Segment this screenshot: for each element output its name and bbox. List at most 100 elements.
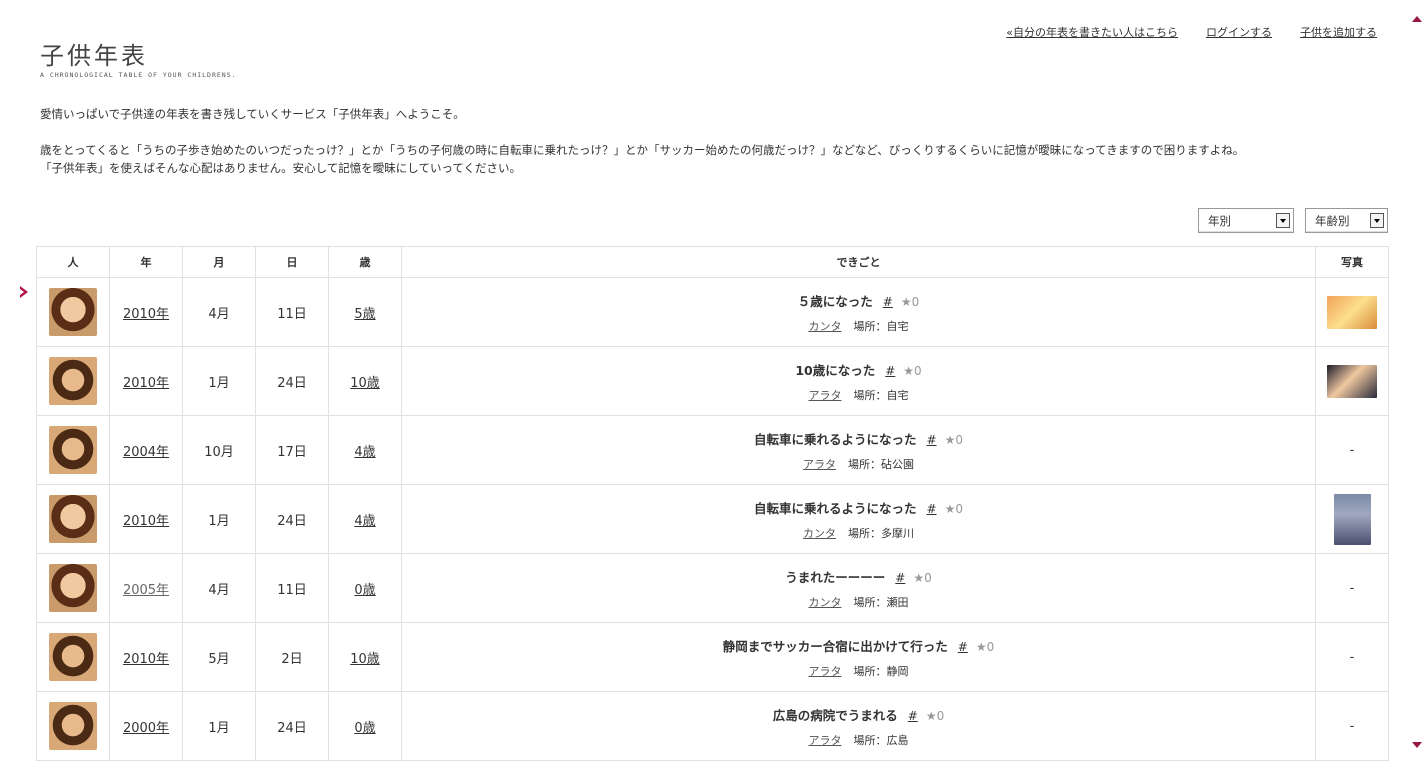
star-count[interactable]: ★0 bbox=[976, 640, 994, 654]
avatar[interactable] bbox=[49, 564, 97, 612]
event-cell: 自転車に乗れるようになった # ★0 アラタ 場所：砧公園 bbox=[401, 415, 1316, 485]
year-link[interactable]: 2010年 bbox=[123, 376, 169, 391]
month-cell: 1月 bbox=[182, 691, 256, 761]
event-place: 場所：多摩川 bbox=[848, 526, 914, 540]
photo-thumbnail[interactable] bbox=[1327, 295, 1377, 329]
year-link[interactable]: 2010年 bbox=[123, 307, 169, 322]
event-title: ５歳になった bbox=[797, 293, 873, 309]
child-name-link[interactable]: アラタ bbox=[809, 389, 842, 402]
event-cell: 10歳になった # ★0 アラタ 場所：自宅 bbox=[401, 346, 1316, 416]
table-row: 2004年 10月 17日 4歳 自転車に乗れるようになった # ★0 アラタ 場所：… bbox=[36, 415, 1389, 485]
add-child-link[interactable]: 子供を追加する bbox=[1300, 24, 1377, 40]
age-link[interactable]: 10歳 bbox=[350, 652, 380, 667]
year-link[interactable]: 2010年 bbox=[123, 514, 169, 529]
table-row: 2005年 4月 11日 0歳 うまれたーーーー # ★0 カンタ 場所：瀬田 - bbox=[36, 553, 1389, 623]
year-cell: 2010年 bbox=[109, 622, 183, 692]
age-link[interactable]: 4歳 bbox=[354, 514, 375, 529]
event-cell: ５歳になった # ★0 カンタ 場所：自宅 bbox=[401, 277, 1316, 347]
filter-controls: 年別 年齢別 bbox=[1198, 208, 1388, 233]
month-cell: 4月 bbox=[182, 277, 256, 347]
star-count[interactable]: ★0 bbox=[945, 502, 963, 516]
child-name-link[interactable]: アラタ bbox=[809, 665, 842, 678]
event-title: 自転車に乗れるようになった bbox=[754, 431, 917, 447]
header-day: 日 bbox=[255, 246, 329, 278]
year-link[interactable]: 2004年 bbox=[123, 445, 169, 460]
age-filter-select[interactable]: 年齢別 bbox=[1305, 208, 1388, 233]
photo-cell bbox=[1315, 346, 1389, 416]
photo-thumbnail[interactable] bbox=[1333, 493, 1371, 545]
month-cell: 5月 bbox=[182, 622, 256, 692]
intro-line-3: 「子供年表」を使えばそんな心配はありません。安心して記憶を曖昧にしていってくださ… bbox=[40, 161, 522, 175]
permalink-hash[interactable]: # bbox=[908, 709, 918, 723]
avatar[interactable] bbox=[49, 495, 97, 543]
child-name-link[interactable]: カンタ bbox=[803, 527, 836, 540]
year-filter-select[interactable]: 年別 bbox=[1198, 208, 1294, 233]
child-name-link[interactable]: アラタ bbox=[809, 734, 842, 747]
year-link[interactable]: 2005年 bbox=[123, 583, 169, 598]
photo-thumbnail[interactable] bbox=[1327, 364, 1377, 398]
age-link[interactable]: 5歳 bbox=[354, 307, 375, 322]
permalink-hash[interactable]: # bbox=[895, 571, 905, 585]
person-cell bbox=[36, 484, 110, 554]
event-title: 広島の病院でうまれる bbox=[772, 707, 898, 723]
age-link[interactable]: 0歳 bbox=[354, 721, 375, 736]
dropdown-arrow-icon[interactable] bbox=[1370, 213, 1384, 228]
child-name-link[interactable]: アラタ bbox=[803, 458, 836, 471]
scroll-down-arrow-icon[interactable] bbox=[1412, 742, 1422, 748]
permalink-hash[interactable]: # bbox=[885, 364, 895, 378]
day-cell: 24日 bbox=[255, 691, 329, 761]
table-row: 2010年 1月 24日 10歳 10歳になった # ★0 アラタ 場所：自宅 bbox=[36, 346, 1389, 416]
write-own-chronology-link[interactable]: «自分の年表を書きたい人はこちら bbox=[1006, 24, 1178, 40]
photo-cell bbox=[1315, 277, 1389, 347]
year-filter-value: 年別 bbox=[1208, 214, 1231, 228]
chronology-table: 人 年 月 日 歳 できごと 写真 2010年 4月 11日 5歳 ５歳になった… bbox=[36, 246, 1389, 761]
permalink-hash[interactable]: # bbox=[958, 640, 968, 654]
age-cell: 10歳 bbox=[328, 622, 402, 692]
year-cell: 2000年 bbox=[109, 691, 183, 761]
person-cell bbox=[36, 277, 110, 347]
permalink-hash[interactable]: # bbox=[927, 433, 937, 447]
day-cell: 11日 bbox=[255, 553, 329, 623]
event-title: 静岡までサッカー合宿に出かけて行った bbox=[722, 638, 948, 654]
month-cell: 10月 bbox=[182, 415, 256, 485]
year-cell: 2010年 bbox=[109, 484, 183, 554]
star-count[interactable]: ★0 bbox=[901, 295, 919, 309]
star-count[interactable]: ★0 bbox=[903, 364, 921, 378]
age-link[interactable]: 0歳 bbox=[354, 583, 375, 598]
age-filter-value: 年齢別 bbox=[1315, 214, 1350, 228]
child-name-link[interactable]: カンタ bbox=[809, 320, 842, 333]
avatar[interactable] bbox=[49, 357, 97, 405]
intro-text: 愛情いっぱいで子供達の年表を書き残していくサービス「子供年表」へようこそ。 歳を… bbox=[40, 105, 1244, 177]
avatar[interactable] bbox=[49, 426, 97, 474]
permalink-hash[interactable]: # bbox=[927, 502, 937, 516]
avatar[interactable] bbox=[49, 702, 97, 750]
person-cell bbox=[36, 622, 110, 692]
month-cell: 1月 bbox=[182, 484, 256, 554]
star-count[interactable]: ★0 bbox=[913, 571, 931, 585]
event-place: 場所：広島 bbox=[853, 733, 909, 747]
year-link[interactable]: 2000年 bbox=[123, 721, 169, 736]
star-count[interactable]: ★0 bbox=[926, 709, 944, 723]
table-row: 2010年 4月 11日 5歳 ５歳になった # ★0 カンタ 場所：自宅 bbox=[36, 277, 1389, 347]
permalink-hash[interactable]: # bbox=[883, 295, 893, 309]
person-cell bbox=[36, 415, 110, 485]
year-link[interactable]: 2010年 bbox=[123, 652, 169, 667]
login-link[interactable]: ログインする bbox=[1206, 24, 1272, 40]
avatar[interactable] bbox=[49, 288, 97, 336]
avatar[interactable] bbox=[49, 633, 97, 681]
event-place: 場所：砧公園 bbox=[848, 457, 914, 471]
scroll-up-arrow-icon[interactable] bbox=[1412, 16, 1422, 22]
dropdown-arrow-icon[interactable] bbox=[1276, 213, 1290, 228]
child-name-link[interactable]: カンタ bbox=[809, 596, 842, 609]
site-logo[interactable]: 子供年表 A CHRONOLOGICAL TABLE OF YOUR CHILD… bbox=[40, 42, 237, 79]
star-count[interactable]: ★0 bbox=[945, 433, 963, 447]
header-month: 月 bbox=[182, 246, 256, 278]
year-cell: 2004年 bbox=[109, 415, 183, 485]
event-title: 10歳になった bbox=[795, 362, 876, 378]
age-link[interactable]: 4歳 bbox=[354, 445, 375, 460]
table-row: 2010年 1月 24日 4歳 自転車に乗れるようになった # ★0 カンタ 場所：多… bbox=[36, 484, 1389, 554]
day-cell: 17日 bbox=[255, 415, 329, 485]
age-link[interactable]: 10歳 bbox=[350, 376, 380, 391]
event-cell: 静岡までサッカー合宿に出かけて行った # ★0 アラタ 場所：静岡 bbox=[401, 622, 1316, 692]
intro-line-2: 歳をとってくると「うちの子歩き始めたのいつだったっけ？」とか「うちの子何歳の時に… bbox=[40, 143, 1245, 157]
